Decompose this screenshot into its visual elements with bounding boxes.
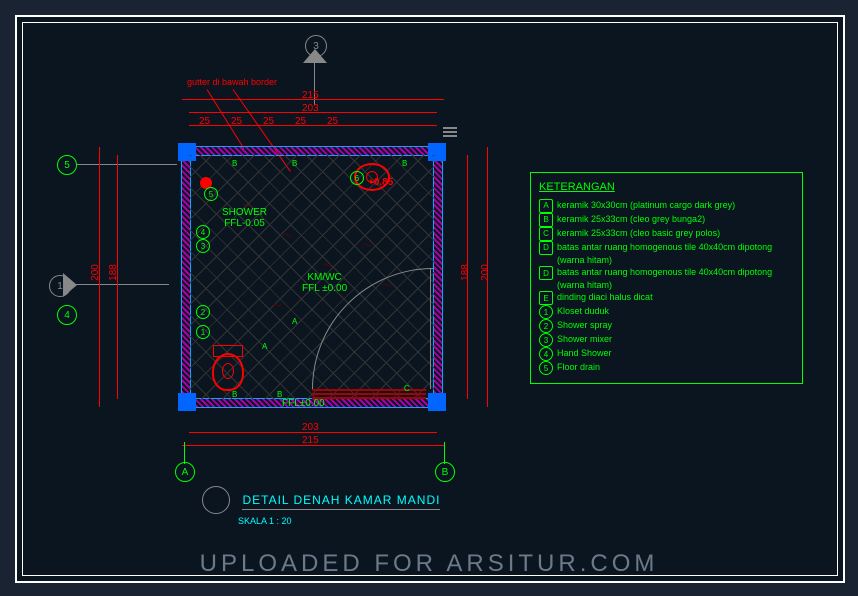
legend-symbol: E (539, 291, 553, 305)
legend-box: KETERANGAN Akeramik 30x30cm (platinum ca… (530, 172, 803, 384)
dim-left-inner: 188 (108, 264, 119, 281)
dim-left-outer: 200 (90, 264, 101, 281)
legend-item: 3Shower mixer (539, 333, 794, 347)
legend-symbol: D (539, 266, 553, 280)
legend-item: Akeramik 30x30cm (platinum cargo dark gr… (539, 199, 794, 213)
toilet-icon (212, 347, 242, 387)
legend-symbol: B (539, 213, 553, 227)
legend-item: Dbatas antar ruang homogenous tile 40x40… (539, 266, 794, 291)
kmwc-label: KM/WC FFL ±0.00 (302, 272, 347, 294)
grid-marker-4: 4 (57, 305, 77, 325)
legend-item: 5Floor drain (539, 361, 794, 375)
floor-plan: +0.85 ～ ～ ～ ～ ～ ～ SHOWER FFL-0.05 KM/WC … (182, 147, 442, 407)
ffl-bottom: FFL±0.00 (282, 398, 325, 409)
legend-item: Bkeramik 25x33cm (cleo grey bunga2) (539, 213, 794, 227)
section-marker-left: 1 (49, 275, 69, 295)
legend-symbol: D (539, 241, 553, 255)
shower-label: SHOWER FFL-0.05 (222, 207, 267, 229)
grid-b: B (435, 462, 455, 482)
grid-marker-5: 5 (57, 155, 77, 175)
legend-symbol: 4 (539, 347, 553, 361)
dim-top-outer: 215 (302, 90, 319, 101)
gutter-note: gutter di bawah border (187, 77, 277, 87)
drawing-title: DETAIL DENAH KAMAR MANDI SKALA 1 : 20 (202, 486, 440, 526)
legend-symbol: 2 (539, 319, 553, 333)
legend-item: 1Kloset duduk (539, 305, 794, 319)
legend-item: 4Hand Shower (539, 347, 794, 361)
sink-level: +0.85 (368, 177, 393, 188)
watermark: UPLOADED FOR ARSITUR.COM (0, 550, 858, 578)
legend-symbol: C (539, 227, 553, 241)
legend-title: KETERANGAN (539, 181, 794, 193)
drawing-frame: 3 1 4 5 gutter di bawah border 215 203 2… (15, 15, 845, 583)
dim-top-inner: 203 (302, 103, 319, 114)
legend-item: Dbatas antar ruang homogenous tile 40x40… (539, 241, 794, 266)
legend-item: Ckeramik 25x33cm (cleo basic grey polos) (539, 227, 794, 241)
grid-a: A (175, 462, 195, 482)
section-marker-top: 3 (305, 35, 325, 55)
legend-symbol: 5 (539, 361, 553, 375)
legend-symbol: 3 (539, 333, 553, 347)
legend-item: Edinding diaci halus dicat (539, 291, 794, 305)
legend-symbol: A (539, 199, 553, 213)
legend-symbol: 1 (539, 305, 553, 319)
legend-item: 2Shower spray (539, 319, 794, 333)
section-num: 1 (57, 281, 63, 292)
